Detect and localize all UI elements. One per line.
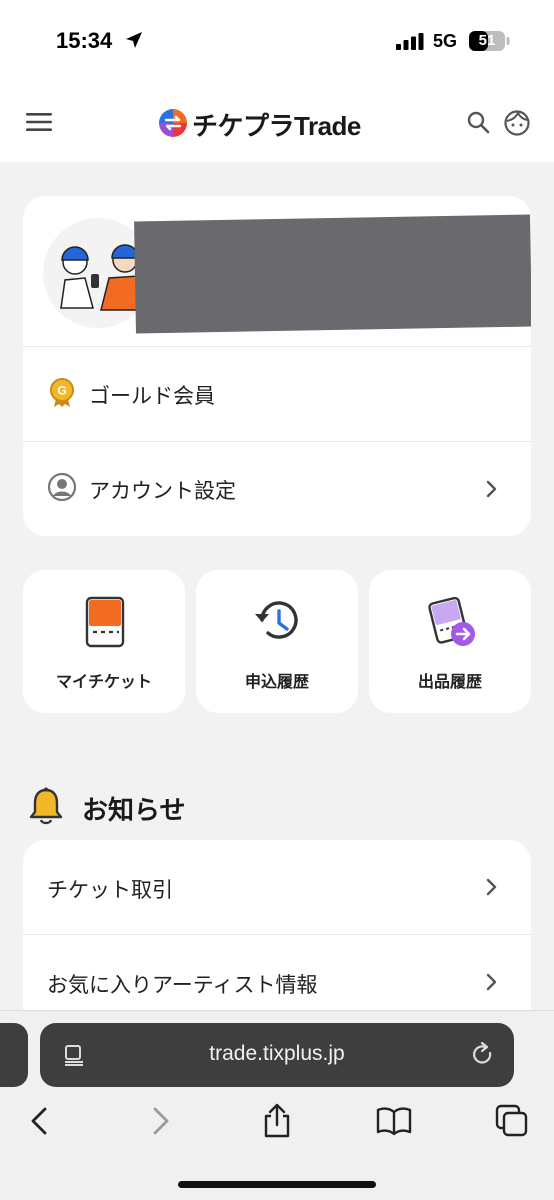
svg-text:G: G (57, 384, 66, 398)
chevron-right-icon (486, 878, 497, 896)
profile-card: G ゴールド会員 アカウント設定 (23, 196, 531, 536)
previous-tab-preview[interactable] (0, 1023, 28, 1087)
notice-item-ticket-trade[interactable]: チケット取引 (23, 840, 531, 934)
gold-medal-icon: G (50, 378, 74, 407)
browser-bottom-bar: trade.tixplus.jp (0, 1010, 554, 1200)
network-label: 5G (433, 31, 458, 51)
share-icon[interactable] (259, 1103, 295, 1139)
location-arrow-icon (126, 32, 142, 48)
tabs-icon[interactable] (494, 1103, 530, 1139)
gold-member-label: ゴールド会員 (89, 385, 215, 408)
listing-history-icon (428, 596, 475, 646)
ticket-icon (85, 596, 125, 648)
home-indicator[interactable] (178, 1181, 376, 1188)
account-icon (47, 472, 77, 502)
gold-member-row[interactable]: G ゴールド会員 (23, 347, 531, 441)
notice-item-label: チケット取引 (47, 879, 173, 902)
listing-history-tile[interactable]: 出品履歴 (369, 570, 531, 713)
account-settings-row[interactable]: アカウント設定 (23, 442, 531, 536)
status-time: 15:34 (56, 28, 113, 53)
my-ticket-label: マイチケット (55, 674, 152, 691)
notices-title: お知らせ (82, 795, 186, 825)
application-history-label: 申込履歴 (244, 674, 309, 691)
redacted-username (134, 214, 531, 334)
notice-item-label: お気に入りアーティスト情報 (47, 974, 318, 997)
reload-icon[interactable] (470, 1041, 496, 1069)
chevron-right-icon (486, 480, 497, 498)
bell-icon (29, 787, 63, 825)
bookmarks-icon[interactable] (376, 1103, 412, 1139)
application-history-tile[interactable]: 申込履歴 (196, 570, 358, 713)
chevron-right-icon (486, 973, 497, 991)
search-icon[interactable] (466, 110, 490, 134)
back-icon[interactable] (22, 1103, 58, 1139)
url-text[interactable]: trade.tixplus.jp (40, 1042, 514, 1066)
listing-history-label: 出品履歴 (417, 674, 482, 691)
battery-level: 51 (478, 32, 496, 49)
user-face-icon[interactable] (504, 110, 530, 136)
app-header: チケプラTrade (0, 84, 554, 162)
signal-icon (396, 33, 424, 50)
address-bar[interactable]: trade.tixplus.jp (40, 1023, 514, 1087)
my-ticket-tile[interactable]: マイチケット (23, 570, 185, 713)
account-settings-label: アカウント設定 (89, 480, 236, 503)
history-icon (255, 601, 298, 639)
menu-icon[interactable] (26, 112, 52, 132)
logo-text[interactable]: チケプラTrade (192, 106, 361, 143)
logo-icon[interactable] (158, 108, 188, 138)
status-bar: 15:34 5G 51 (0, 0, 554, 84)
forward-icon[interactable] (142, 1103, 178, 1139)
